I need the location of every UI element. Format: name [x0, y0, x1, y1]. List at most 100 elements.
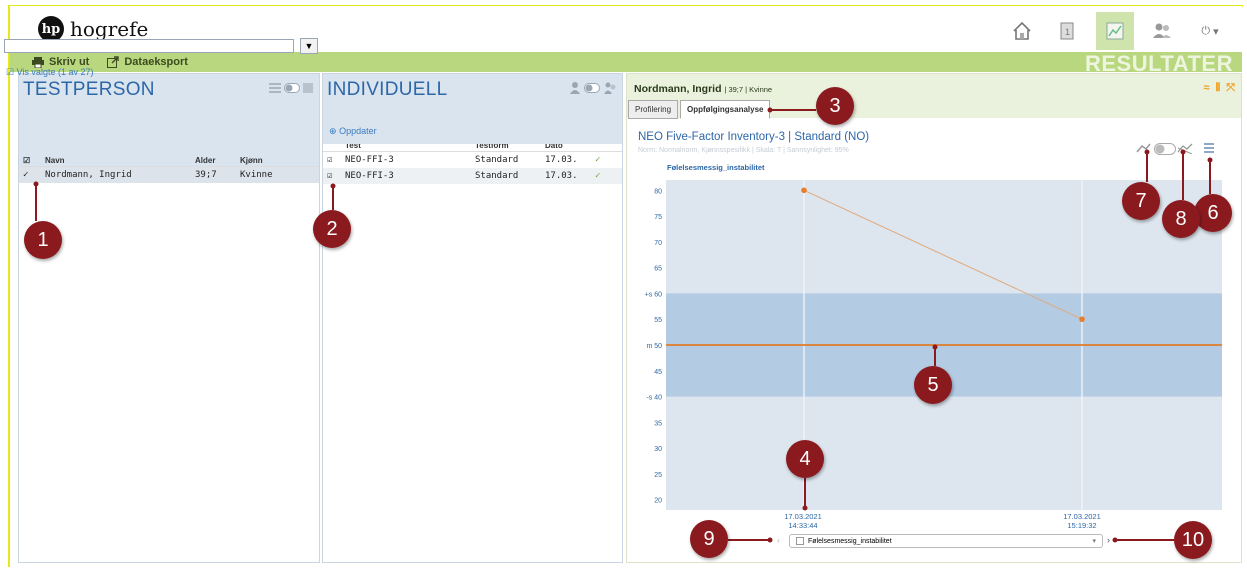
testperson-table: ☑ Navn Alder Kjønn ✓ Nordmann, Ingrid 39…: [19, 155, 319, 183]
action-toolbar: Skriv ut Dataeksport: [10, 52, 1242, 72]
menu-icon[interactable]: [1203, 142, 1215, 154]
individuell-panel: INDIVIDUELL ⊕ Oppdater Test Testform Dat…: [322, 73, 623, 563]
cell-gender: Kvinne: [240, 170, 273, 180]
x-tick-label: 17.03.2021 15:19:32: [1063, 512, 1101, 530]
toggle-icon: [584, 83, 600, 93]
book-icon[interactable]: 1: [1048, 12, 1086, 50]
series-checkbox[interactable]: [796, 537, 804, 545]
power-icon: ⏻: [1201, 24, 1211, 37]
y-tick-label: 70: [654, 240, 662, 247]
users-icon[interactable]: [1143, 12, 1181, 50]
cell-form: Standard: [475, 155, 519, 165]
table-row[interactable]: ☑ NEO-FFI-3 Standard 17.03. ✓: [323, 152, 622, 169]
x-tick-label: 17.03.2021 14:33:44: [784, 512, 822, 530]
y-tick-label: 25: [654, 472, 662, 479]
data-point: [1079, 316, 1085, 323]
table-row[interactable]: ✓ Nordmann, Ingrid 39;7 Kvinne: [19, 166, 319, 184]
printer-icon: [32, 56, 44, 68]
export-button[interactable]: Dataeksport: [107, 56, 188, 68]
select-all-checkbox[interactable]: ☑: [19, 155, 41, 167]
tab-profilering[interactable]: Profilering: [628, 100, 679, 119]
testperson-title: TESTPERSON: [23, 79, 155, 100]
person-meta: | 39;7 | Kvinne: [724, 85, 773, 94]
export-label: Dataeksport: [124, 56, 188, 68]
individuell-header: INDIVIDUELL: [323, 74, 622, 104]
cell-age: 39;7: [195, 170, 217, 180]
col-gender: Kjønn: [240, 156, 263, 165]
refresh-label: Oppdater: [339, 126, 377, 136]
table-row[interactable]: ☑ NEO-FFI-3 Standard 17.03. ✓: [323, 168, 622, 184]
chevron-down-icon: ▾: [1092, 538, 1096, 545]
compare-icon[interactable]: ≈: [1204, 82, 1210, 95]
callout-number: 3: [816, 87, 854, 125]
cell-form: Standard: [475, 171, 519, 181]
individuell-tools[interactable]: [570, 82, 616, 94]
y-tick-label: m 50: [646, 343, 662, 350]
chart-icon[interactable]: [1096, 12, 1134, 50]
toggle-icon: [284, 83, 300, 93]
cell-test: NEO-FFI-3: [345, 171, 394, 181]
home-icon[interactable]: [1003, 12, 1041, 50]
results-tabs: Profilering Oppfølgingsanalyse: [628, 100, 771, 119]
callout-number: 6: [1194, 194, 1232, 232]
refresh-button[interactable]: ⊕ Oppdater: [329, 126, 377, 137]
y-tick-label: 45: [654, 369, 662, 376]
y-tick-label: 30: [654, 446, 662, 453]
chevron-down-icon: ▾: [1213, 25, 1219, 38]
person-icon: [570, 82, 580, 94]
next-series-icon[interactable]: ›: [1107, 535, 1110, 545]
svg-text:1: 1: [1065, 27, 1070, 37]
y-tick-label: -s 40: [646, 395, 662, 402]
cell-name: Nordmann, Ingrid: [45, 170, 132, 180]
group-icon: [604, 82, 616, 94]
callout-number: 7: [1122, 182, 1160, 220]
callout-number: 9: [690, 520, 728, 558]
col-age: Alder: [195, 156, 216, 165]
y-tick-label: 20: [654, 498, 662, 505]
list-icon: [269, 83, 281, 93]
callout-number: 5: [914, 366, 952, 404]
toggle-icon[interactable]: [1154, 143, 1176, 155]
expand-icon[interactable]: ⤧: [1226, 82, 1235, 95]
power-menu[interactable]: ⏻ ▾: [1193, 12, 1227, 50]
data-point: [801, 187, 807, 194]
brand-name: hogrefe: [70, 17, 149, 41]
series-select[interactable]: Følelsesmessig_instabilitet ▾: [789, 534, 1103, 548]
testperson-panel: TESTPERSON: [18, 73, 320, 563]
row-checkbox[interactable]: ✓: [19, 167, 41, 184]
export-icon: [107, 56, 120, 68]
callout-number: 4: [786, 440, 824, 478]
grid-icon: [303, 83, 313, 93]
search-input[interactable]: [4, 39, 294, 53]
compare-icon[interactable]: [1177, 142, 1193, 154]
view-toggle[interactable]: [269, 83, 313, 93]
line-chart: 20253035-s 4045m 5055+s 6065707580: [645, 180, 1222, 510]
chart-subtitle: Norm: Normalnorm, Kjønnsspesifikk | Skal…: [638, 147, 849, 154]
chart-title: NEO Five-Factor Inventory-3 | Standard (…: [638, 131, 870, 143]
cell-date: 17.03.: [545, 155, 578, 165]
individuell-table: Test Testform Dato ☑ NEO-FFI-3 Standard …: [323, 140, 622, 184]
sliders-icon[interactable]: ⫴: [1216, 82, 1221, 95]
individuell-title: INDIVIDUELL: [327, 79, 448, 100]
filter-icon[interactable]: ▼: [300, 38, 318, 54]
row-checkbox[interactable]: ☑: [323, 168, 341, 184]
prev-series-icon[interactable]: ‹: [777, 535, 780, 545]
table-header: ☑ Navn Alder Kjønn: [19, 155, 319, 167]
callout-number: 2: [313, 210, 351, 248]
y-tick-label: 65: [654, 266, 662, 273]
row-checkbox[interactable]: ☑: [323, 152, 341, 169]
cell-date: 17.03.: [545, 171, 578, 181]
y-tick-label: 80: [654, 188, 662, 195]
callout-number: 1: [24, 221, 62, 259]
check-icon: ✓: [595, 171, 601, 181]
show-selected-toggle[interactable]: ☑ Vis valgte (1 av 27): [6, 67, 93, 78]
series-select-value: Følelsesmessig_instabilitet: [808, 537, 892, 545]
y-tick-label: 55: [654, 317, 662, 324]
results-tools: ≈ ⫴ ⤧: [1204, 82, 1235, 95]
show-selected-label: Vis valgte (1 av 27): [16, 67, 94, 77]
col-name: Navn: [45, 156, 65, 165]
callout-number: 8: [1162, 200, 1200, 238]
line-chart-icon[interactable]: [1136, 142, 1156, 154]
checkbox-icon: ☑: [6, 67, 15, 77]
tab-oppfolgingsanalyse[interactable]: Oppfølgingsanalyse: [680, 100, 771, 119]
